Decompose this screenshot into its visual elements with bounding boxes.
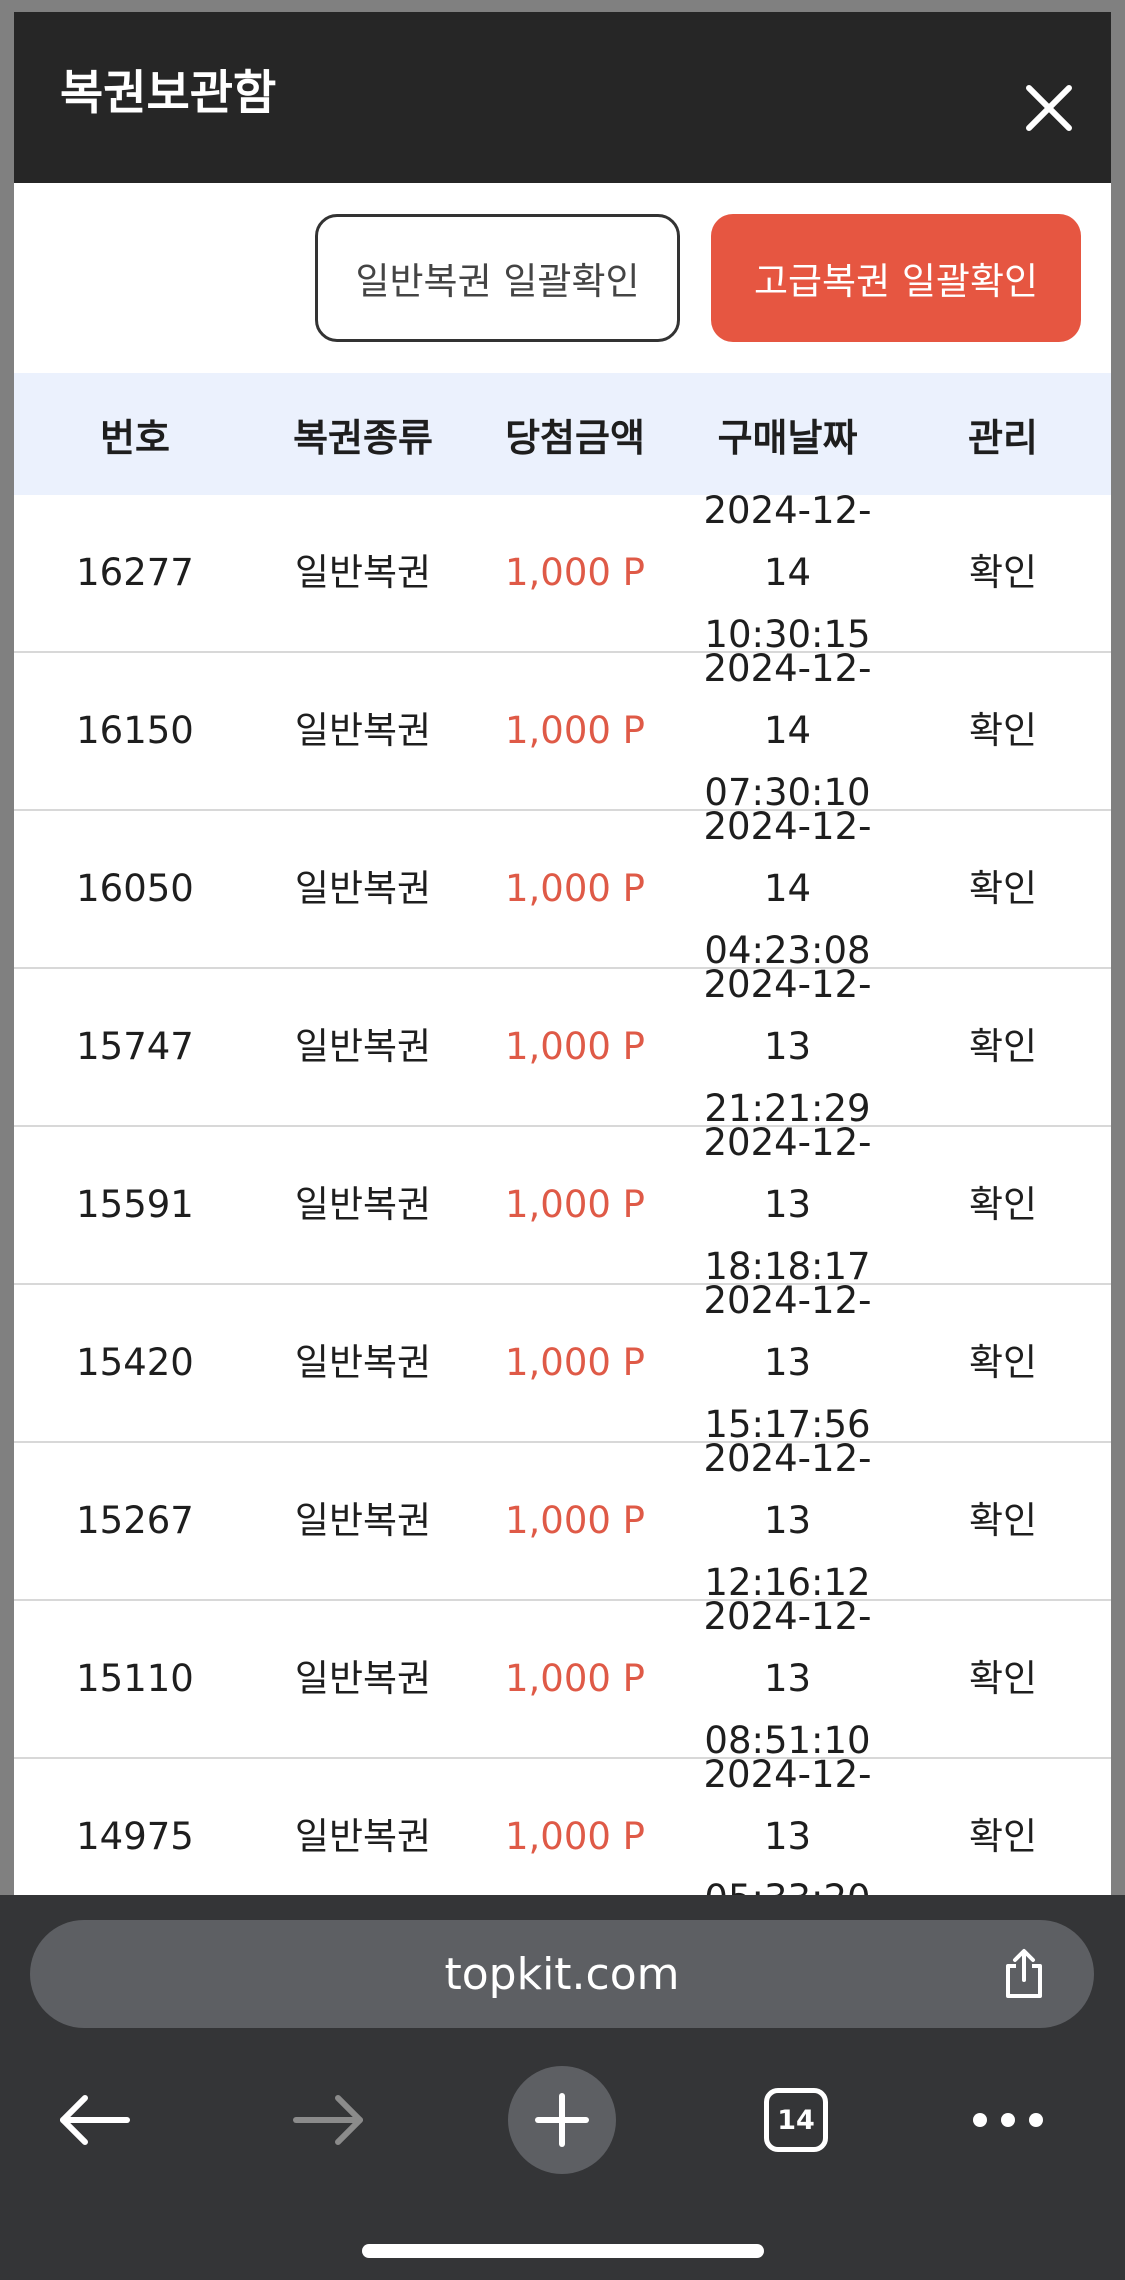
tab-count: 14 <box>777 2104 815 2136</box>
premium-confirm-all-button[interactable]: 고급복권 일괄확인 <box>711 214 1081 342</box>
close-button[interactable] <box>1023 82 1075 134</box>
row-amount: 1,000 P <box>505 1499 645 1542</box>
row-type: 일반복권 <box>294 867 432 910</box>
row-amount: 1,000 P <box>505 709 645 752</box>
home-indicator <box>362 2244 764 2258</box>
row-confirm-button[interactable]: 확인 <box>895 542 1111 604</box>
table-row: 16277 일반복권 1,000 P 2024-12-14 10:30:15 확인 <box>14 489 1111 656</box>
header-type: 복권종류 <box>293 415 433 460</box>
row-confirm-button[interactable]: 확인 <box>895 1174 1111 1236</box>
table-row: 16150 일반복권 1,000 P 2024-12-14 07:30:10 확인 <box>14 647 1111 814</box>
row-confirm-button[interactable]: 확인 <box>895 1648 1111 1710</box>
share-icon[interactable] <box>996 1946 1052 2002</box>
header-amount: 당첨금액 <box>505 415 645 460</box>
row-number: 14975 <box>76 1815 194 1858</box>
row-date: 2024-12-13 <box>703 1437 872 1542</box>
table-body: 16277 일반복권 1,000 P 2024-12-14 10:30:15 확인… <box>14 489 1111 1895</box>
row-confirm-button[interactable]: 확인 <box>895 858 1111 920</box>
row-number: 15420 <box>76 1341 194 1384</box>
row-date: 2024-12-13 <box>703 1121 872 1226</box>
forward-button[interactable] <box>288 2055 368 2185</box>
row-type: 일반복권 <box>294 1183 432 1226</box>
row-number: 15267 <box>76 1499 194 1542</box>
table-header: 번호 복권종류 당첨금액 구매날짜 관리 <box>14 373 1111 495</box>
row-confirm-button[interactable]: 확인 <box>895 1490 1111 1552</box>
row-number: 16150 <box>76 709 194 752</box>
tabs-icon: 14 <box>764 2088 828 2152</box>
table-row: 15420 일반복권 1,000 P 2024-12-13 15:17:56 확인 <box>14 1279 1111 1446</box>
row-amount: 1,000 P <box>505 551 645 594</box>
row-amount: 1,000 P <box>505 867 645 910</box>
row-type: 일반복권 <box>294 1499 432 1542</box>
new-tab-button[interactable] <box>508 2055 616 2185</box>
browser-nav: 14 <box>0 2055 1125 2185</box>
row-date: 2024-12-14 <box>703 489 872 594</box>
address-bar[interactable]: topkit.com <box>30 1920 1094 2028</box>
row-number: 16050 <box>76 867 194 910</box>
modal-title: 복권보관함 <box>60 66 277 121</box>
row-date: 2024-12-14 <box>703 805 872 910</box>
row-confirm-button[interactable]: 확인 <box>895 1806 1111 1868</box>
table-row: 15591 일반복권 1,000 P 2024-12-13 18:18:17 확인 <box>14 1121 1111 1288</box>
action-bar: 일반복권 일괄확인 고급복권 일괄확인 <box>14 183 1111 373</box>
row-amount: 1,000 P <box>505 1025 645 1068</box>
forward-arrow-icon <box>293 2095 363 2145</box>
row-confirm-button[interactable]: 확인 <box>895 1332 1111 1394</box>
lottery-storage-panel: 일반복권 일괄확인 고급복권 일괄확인 번호 복권종류 당첨금액 구매날짜 관리… <box>14 183 1111 1895</box>
row-date: 2024-12-13 <box>703 1753 872 1858</box>
row-confirm-button[interactable]: 확인 <box>895 700 1111 762</box>
plus-icon <box>535 2093 589 2147</box>
row-date: 2024-12-13 <box>703 1595 872 1700</box>
header-date: 구매날짜 <box>717 415 858 460</box>
back-arrow-icon <box>60 2095 130 2145</box>
more-icon <box>973 2113 1043 2127</box>
row-amount: 1,000 P <box>505 1815 645 1858</box>
row-type: 일반복권 <box>294 1815 432 1858</box>
row-date: 2024-12-14 <box>703 647 872 752</box>
normal-confirm-all-button[interactable]: 일반복권 일괄확인 <box>315 214 680 342</box>
row-time: 05:33:20 <box>680 1868 895 1895</box>
row-amount: 1,000 P <box>505 1341 645 1384</box>
row-number: 15747 <box>76 1025 194 1068</box>
table-row: 15110 일반복권 1,000 P 2024-12-13 08:51:10 확인 <box>14 1595 1111 1762</box>
back-button[interactable] <box>55 2055 135 2185</box>
row-date: 2024-12-13 <box>703 963 872 1068</box>
header-manage: 관리 <box>968 415 1038 460</box>
row-type: 일반복권 <box>294 1657 432 1700</box>
table-row: 14975 일반복권 1,000 P 2024-12-13 05:33:20 확인 <box>14 1753 1111 1895</box>
more-button[interactable] <box>970 2055 1046 2185</box>
row-number: 15110 <box>76 1657 194 1700</box>
row-amount: 1,000 P <box>505 1183 645 1226</box>
table-row: 16050 일반복권 1,000 P 2024-12-14 04:23:08 확인 <box>14 805 1111 972</box>
url-text: topkit.com <box>444 1948 680 2000</box>
row-type: 일반복권 <box>294 1341 432 1384</box>
row-amount: 1,000 P <box>505 1657 645 1700</box>
row-confirm-button[interactable]: 확인 <box>895 1016 1111 1078</box>
table-row: 15267 일반복권 1,000 P 2024-12-13 12:16:12 확인 <box>14 1437 1111 1604</box>
row-type: 일반복권 <box>294 551 432 594</box>
row-date: 2024-12-13 <box>703 1279 872 1384</box>
browser-toolbar: topkit.com 14 <box>0 1895 1125 2280</box>
row-type: 일반복권 <box>294 709 432 752</box>
modal-header: 복권보관함 <box>14 12 1111 183</box>
close-icon <box>1026 85 1072 131</box>
tabs-button[interactable]: 14 <box>760 2055 832 2185</box>
header-number: 번호 <box>100 415 170 460</box>
row-purchase-date: 2024-12-13 05:33:20 <box>680 1744 895 1895</box>
row-type: 일반복권 <box>294 1025 432 1068</box>
table-row: 15747 일반복권 1,000 P 2024-12-13 21:21:29 확인 <box>14 963 1111 1130</box>
row-number: 15591 <box>76 1183 194 1226</box>
row-number: 16277 <box>76 551 194 594</box>
